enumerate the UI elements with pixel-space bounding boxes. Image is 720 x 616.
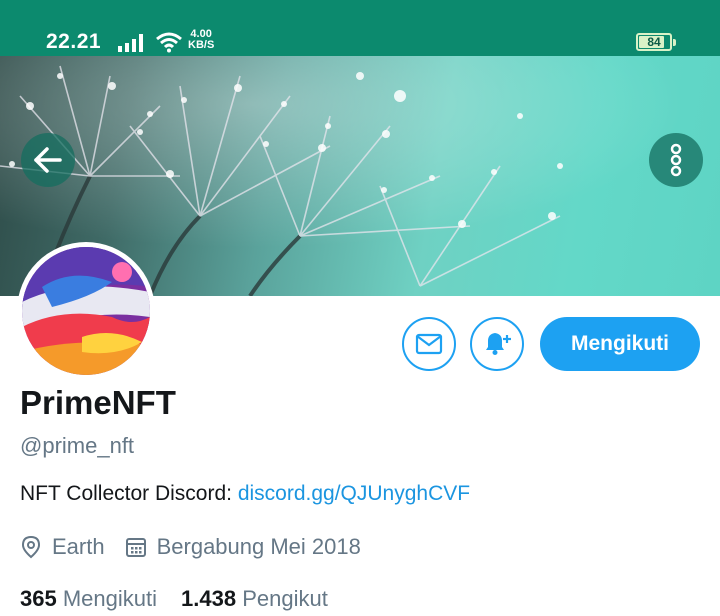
- calendar-icon: [125, 538, 146, 557]
- mail-icon: [415, 333, 443, 355]
- following-label: Mengikuti: [62, 586, 157, 611]
- profile-meta: Earth Bergabung Mei 2018: [20, 534, 361, 560]
- avatar[interactable]: [17, 242, 155, 380]
- profile-bio: NFT Collector Discord: discord.gg/QJUnyg…: [20, 482, 470, 506]
- more-options-button[interactable]: [649, 133, 703, 187]
- followers-count: 1.438: [181, 586, 237, 611]
- arrow-left-icon: [34, 147, 62, 173]
- network-speed: 4.00 KB/S: [188, 29, 214, 51]
- followers-label: Pengikut: [242, 586, 328, 611]
- back-button[interactable]: [21, 133, 75, 187]
- battery-level: 84: [647, 35, 661, 49]
- battery-icon: 84: [636, 33, 676, 51]
- status-bar: 22.21 4.00 KB/S 84: [0, 0, 720, 56]
- following-count: 365: [20, 586, 57, 611]
- avatar-image: [22, 247, 150, 375]
- profile-handle: @prime_nft: [20, 433, 135, 458]
- bell-plus-icon: [486, 333, 511, 355]
- speed-unit: KB/S: [188, 39, 215, 51]
- location-icon: [21, 535, 41, 559]
- following-link[interactable]: 365 Mengikuti: [20, 586, 157, 611]
- profile-name: PrimeNFT: [20, 384, 176, 421]
- follow-counts: 365 Mengikuti 1.438 Pengikut: [20, 586, 328, 612]
- battery-tip: [673, 39, 676, 46]
- notify-button[interactable]: [470, 317, 524, 371]
- location-text: Earth: [52, 534, 105, 559]
- following-button[interactable]: Mengikuti: [540, 317, 700, 371]
- followers-link[interactable]: 1.438 Pengikut: [181, 586, 328, 611]
- signal-icon: [118, 34, 143, 52]
- joined-text: Bergabung Mei 2018: [156, 534, 361, 559]
- status-time: 22.21: [46, 30, 102, 53]
- bio-link[interactable]: discord.gg/QJUnyghCVF: [238, 482, 470, 505]
- bio-text: NFT Collector Discord:: [20, 482, 238, 505]
- wifi-icon: [156, 32, 182, 53]
- message-button[interactable]: [402, 317, 456, 371]
- more-vertical-icon: [670, 143, 682, 177]
